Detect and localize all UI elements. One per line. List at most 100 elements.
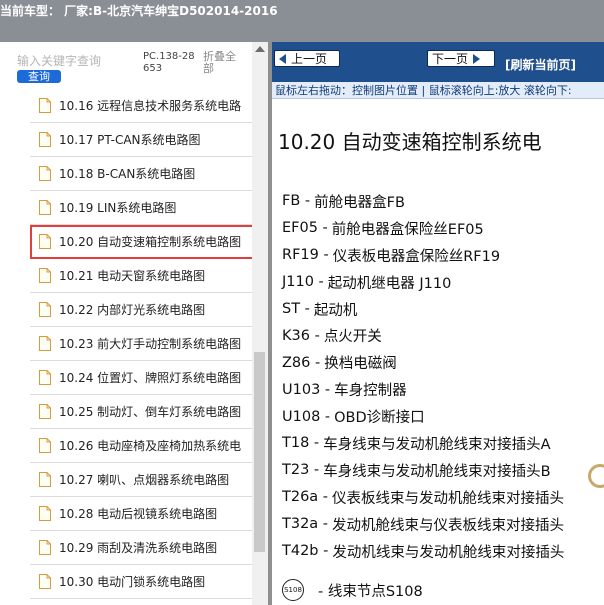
tree-item[interactable]: 10.24 位置灯、牌照灯系统电路图 [30, 361, 255, 395]
legend-code: Z86 - [282, 354, 321, 371]
legend-desc: 起动机 [313, 302, 358, 319]
legend-desc: 前舱电器盒保险丝EF05 [331, 221, 484, 238]
legend-row: T18 - 车身线束与发动机舱线束对接插头A [282, 430, 604, 457]
collapse-all-link[interactable]: 折叠全部 [203, 51, 245, 75]
document-icon [39, 438, 51, 453]
tree-item-label: 10.28 电动后视镜系统电路图 [59, 507, 218, 521]
legend-desc: 仪表板电器盒保险丝RF19 [332, 248, 501, 265]
legend-desc: 发动机线束与发动机舱线束对接插头 [332, 544, 565, 561]
tree-item-label: 10.22 内部灯光系统电路图 [59, 303, 206, 317]
tree-item[interactable]: 10.18 B-CAN系统电路图 [30, 157, 255, 191]
legend-row: T42b - 发动机线束与发动机舱线束对接插头 [282, 538, 604, 565]
harness-node-desc: - 线束节点S108 [318, 583, 423, 600]
legend-row: FB - 前舱电器盒FB [282, 188, 604, 215]
legend-row: U108 - OBD诊断接口 [282, 403, 604, 430]
tree-item[interactable]: 10.28 电动后视镜系统电路图 [30, 497, 255, 531]
component-legend: FB - 前舱电器盒FB EF05 - 前舱电器盒保险丝EF05 RF19 - 仪表板电器… [282, 188, 604, 564]
diagram-title: 10.20 自动变速箱控制系统电 [278, 130, 542, 154]
harness-node-symbol: S108 [282, 579, 304, 601]
legend-desc: 车身线束与发动机舱线束对接插头B [323, 463, 551, 480]
tree-item-label: 10.20 自动变速箱控制系统电路图 [59, 235, 242, 249]
legend-desc: 起动机继电器 J110 [327, 275, 452, 292]
tree-item[interactable]: 10.16 远程信息技术服务系统电路 [30, 89, 255, 123]
tree-item-label: 10.23 前大灯手动控制系统电路图 [59, 337, 242, 351]
legend-code: J110 - [282, 274, 324, 291]
next-page-label: 下一页 [432, 52, 469, 66]
legend-row: T26a - 仪表板线束与发动机舱线束对接插头 [282, 484, 604, 511]
prev-page-button[interactable]: 上一页 [274, 50, 340, 67]
tree-item-label: 10.21 电动天窗系统电路图 [59, 269, 206, 283]
arrow-left-icon [279, 53, 286, 64]
legend-row: Z86 - 换档电磁阀 [282, 349, 604, 376]
tree-item-label: 10.25 制动灯、倒车灯系统电路图 [59, 405, 242, 419]
top-header: 当前车型： 厂家:B-北京汽车绅宝D502014-2016 [0, 0, 604, 42]
legend-code: RF19 - [282, 247, 329, 264]
tree-item[interactable]: 10.19 LIN系统电路图 [30, 191, 255, 225]
legend-code: U108 - [282, 408, 331, 425]
legend-code: EF05 - [282, 220, 328, 237]
legend-code: T18 - [282, 435, 320, 452]
viewer-toolbar: 上一页 下一页 [刷新当前页] [272, 42, 604, 82]
document-icon [39, 370, 51, 385]
tree-item[interactable]: 10.23 前大灯手动控制系统电路图 [30, 327, 255, 361]
search-input[interactable] [17, 52, 121, 70]
document-icon [39, 166, 51, 181]
refresh-page-link[interactable]: [刷新当前页] [505, 56, 576, 73]
legend-row: U103 - 车身控制器 [282, 376, 604, 403]
legend-row: T23 - 车身线束与发动机舱线束对接插头B [282, 457, 604, 484]
legend-desc: 车身线束与发动机舱线束对接插头A [323, 436, 551, 453]
legend-desc: 发动机舱线束与仪表板线束对接插头 [332, 517, 565, 534]
chapter-tree: 10.16 远程信息技术服务系统电路 10.17 PT-CAN系统电路图 10.18… [30, 89, 259, 599]
tree-item[interactable]: 10.27 喇叭、点烟器系统电路图 [30, 463, 255, 497]
tree-item[interactable]: 10.22 内部灯光系统电路图 [30, 293, 255, 327]
legend-desc: 仪表板线束与发动机舱线束对接插头 [332, 490, 565, 507]
tree-item-label: 10.30 电动门锁系统电路图 [59, 575, 206, 589]
document-icon [39, 98, 51, 113]
legend-code: ST - [282, 301, 310, 317]
legend-code: T32a - [282, 516, 329, 533]
legend-row: T32a - 发动机舱线束与仪表板线束对接插头 [282, 511, 604, 538]
document-icon [39, 336, 51, 351]
legend-row: EF05 - 前舱电器盒保险丝EF05 [282, 215, 604, 242]
legend-row: K36 - 点火开关 [282, 322, 604, 349]
document-icon [39, 268, 51, 283]
sidebar-scrollbar[interactable] [252, 42, 268, 605]
tree-item[interactable]: 10.25 制动灯、倒车灯系统电路图 [30, 395, 255, 429]
scroll-up-arrow-icon[interactable] [255, 46, 265, 52]
legend-desc: 换档电磁阀 [324, 356, 397, 373]
tree-item-label: 10.26 电动座椅及座椅加热系统电 [59, 439, 242, 453]
tree-item[interactable]: 10.20 自动变速箱控制系统电路图 [30, 225, 259, 259]
legend-code: FB - [282, 193, 311, 210]
scrollbar-thumb[interactable] [254, 352, 265, 552]
tree-item[interactable]: 10.21 电动天窗系统电路图 [30, 259, 255, 293]
document-icon [39, 472, 51, 487]
arrow-right-icon [473, 53, 481, 64]
next-page-button[interactable]: 下一页 [427, 50, 495, 67]
document-icon [39, 506, 51, 521]
legend-code: T26a - [282, 489, 329, 506]
sidebar: 查询 PC.138-28653 折叠全部 10.16 远程信息技术服务系统电路1… [0, 42, 268, 605]
tree-item-label: 10.16 远程信息技术服务系统电路 [59, 99, 242, 113]
tree-item[interactable]: 10.29 雨刮及清洗系统电路图 [30, 531, 255, 565]
vehicle-model-title: 当前车型： 厂家:B-北京汽车绅宝D502014-2016 [0, 4, 278, 18]
tree-item-label: 10.17 PT-CAN系统电路图 [59, 133, 201, 147]
legend-row: ST - 起动机 [282, 296, 604, 323]
document-icon [39, 574, 51, 589]
tree-item-label: 10.29 雨刮及清洗系统电路图 [59, 541, 218, 555]
tree-item[interactable]: 10.30 电动门锁系统电路图 [30, 565, 255, 599]
legend-desc: 车身控制器 [334, 383, 407, 400]
tree-item-label: 10.24 位置灯、牌照灯系统电路图 [59, 371, 242, 385]
tree-item[interactable]: 10.17 PT-CAN系统电路图 [30, 123, 255, 157]
mouse-hint-bar: 鼠标左右拖动：控制图片位置 | 鼠标滚轮向上:放大 滚轮向下: [272, 82, 604, 99]
tree-item-label: 10.19 LIN系统电路图 [59, 201, 177, 215]
prev-page-label: 上一页 [291, 52, 328, 66]
search-button[interactable]: 查询 [17, 70, 61, 83]
tree-item[interactable]: 10.26 电动座椅及座椅加热系统电 [30, 429, 255, 463]
document-icon [39, 200, 51, 215]
document-icon [39, 540, 51, 555]
tree-item-label: 10.18 B-CAN系统电路图 [59, 167, 196, 181]
legend-row: J110 - 起动机继电器 J110 [282, 269, 604, 296]
legend-code: T42b - [282, 543, 329, 560]
legend-node-row: S108 - 线束节点S108 [282, 579, 423, 601]
diagram-viewer: 上一页 下一页 [刷新当前页] 鼠标左右拖动：控制图片位置 | 鼠标滚轮向上:放… [272, 42, 604, 605]
